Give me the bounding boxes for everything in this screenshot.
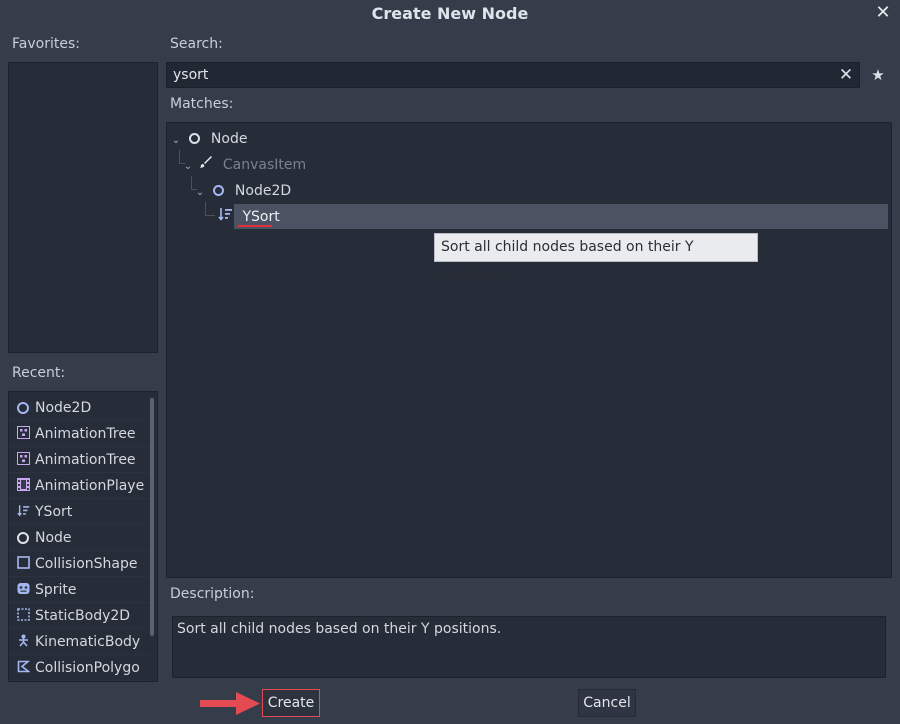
- animation-tree-icon: [17, 422, 30, 439]
- search-label: Search:: [170, 36, 223, 52]
- recent-scrollbar[interactable]: [150, 398, 154, 636]
- circle-icon: [210, 178, 226, 204]
- list-item[interactable]: Node2D: [9, 395, 149, 421]
- list-item[interactable]: AnimationTree: [9, 421, 149, 447]
- list-item-label: AnimationTree: [35, 426, 136, 442]
- star-icon[interactable]: ★: [868, 64, 888, 86]
- animation-tree-icon: [17, 448, 30, 465]
- arrow-right-icon: [200, 692, 260, 715]
- create-button[interactable]: Create: [262, 689, 320, 717]
- chevron-down-icon[interactable]: ⌄: [182, 154, 194, 180]
- list-item[interactable]: CollisionShape: [9, 551, 149, 577]
- chevron-down-icon[interactable]: ⌄: [194, 180, 206, 206]
- tree-item-node2d[interactable]: ⌄ Node2D: [194, 178, 291, 204]
- circle-icon: [17, 526, 29, 544]
- recent-label: Recent:: [12, 365, 66, 381]
- list-item-label: AnimationTree: [35, 452, 136, 468]
- list-item-label: StaticBody2D: [35, 608, 131, 624]
- tree-item-label: CanvasItem: [222, 157, 307, 173]
- tree-item-label: YSort: [242, 209, 280, 225]
- dialog-title: Create New Node: [371, 4, 529, 23]
- list-item-label: Sprite: [35, 582, 77, 598]
- sprite-icon: [17, 578, 30, 594]
- list-item[interactable]: Node: [9, 525, 149, 551]
- list-item[interactable]: AnimationPlaye: [9, 473, 149, 499]
- list-item-label: KinematicBody: [35, 634, 141, 650]
- ysort-icon: [218, 204, 234, 230]
- selected-row-highlight: [234, 204, 888, 229]
- spellcheck-underline: [238, 225, 272, 227]
- list-item-label: Node: [35, 530, 72, 546]
- chevron-down-icon[interactable]: ⌄: [170, 128, 182, 154]
- matches-label: Matches:: [170, 96, 234, 112]
- tooltip: Sort all child nodes based on their Y po…: [434, 233, 758, 282]
- kinematic-icon: [17, 630, 29, 647]
- tree-item-node[interactable]: ⌄ Node: [170, 126, 248, 154]
- favorites-list[interactable]: [8, 62, 158, 353]
- tree-item-canvasitem[interactable]: ⌄ CanvasItem: [182, 152, 306, 178]
- list-item-label: AnimationPlaye: [35, 478, 145, 494]
- circle-icon: [17, 396, 29, 414]
- description-label: Description:: [170, 586, 255, 602]
- brush-icon: [198, 152, 214, 178]
- description-text: Sort all child nodes based on their Y po…: [172, 616, 886, 678]
- clear-icon[interactable]: ✕: [836, 64, 856, 86]
- search-input[interactable]: ysort: [166, 62, 860, 88]
- square-icon: [17, 552, 30, 569]
- ysort-icon: [17, 500, 30, 517]
- tree-item-label: Node2D: [234, 183, 292, 199]
- list-item[interactable]: CollisionPolygo: [9, 655, 149, 681]
- list-item[interactable]: AnimationTree: [9, 447, 149, 473]
- list-item-label: CollisionPolygo: [35, 660, 140, 676]
- polygon-icon: [17, 656, 31, 673]
- close-icon[interactable]: ✕: [872, 2, 894, 24]
- list-item-label: Node2D: [35, 400, 92, 416]
- film-icon: [17, 474, 30, 491]
- list-item-label: YSort: [35, 504, 73, 520]
- list-item[interactable]: StaticBody2D: [9, 603, 149, 629]
- list-item[interactable]: KinematicBody: [9, 629, 149, 655]
- recent-list[interactable]: Node2D AnimationTree AnimationTree Anima…: [8, 391, 158, 682]
- tree-item-label: Node: [210, 131, 248, 147]
- favorites-label: Favorites:: [12, 36, 80, 52]
- circle-icon: [186, 126, 202, 152]
- list-item[interactable]: YSort: [9, 499, 149, 525]
- list-item-label: CollisionShape: [35, 556, 138, 572]
- cancel-button[interactable]: Cancel: [578, 689, 636, 717]
- list-item[interactable]: Sprite: [9, 577, 149, 603]
- tree-guide: [205, 202, 215, 216]
- dashed-square-icon: [17, 604, 30, 621]
